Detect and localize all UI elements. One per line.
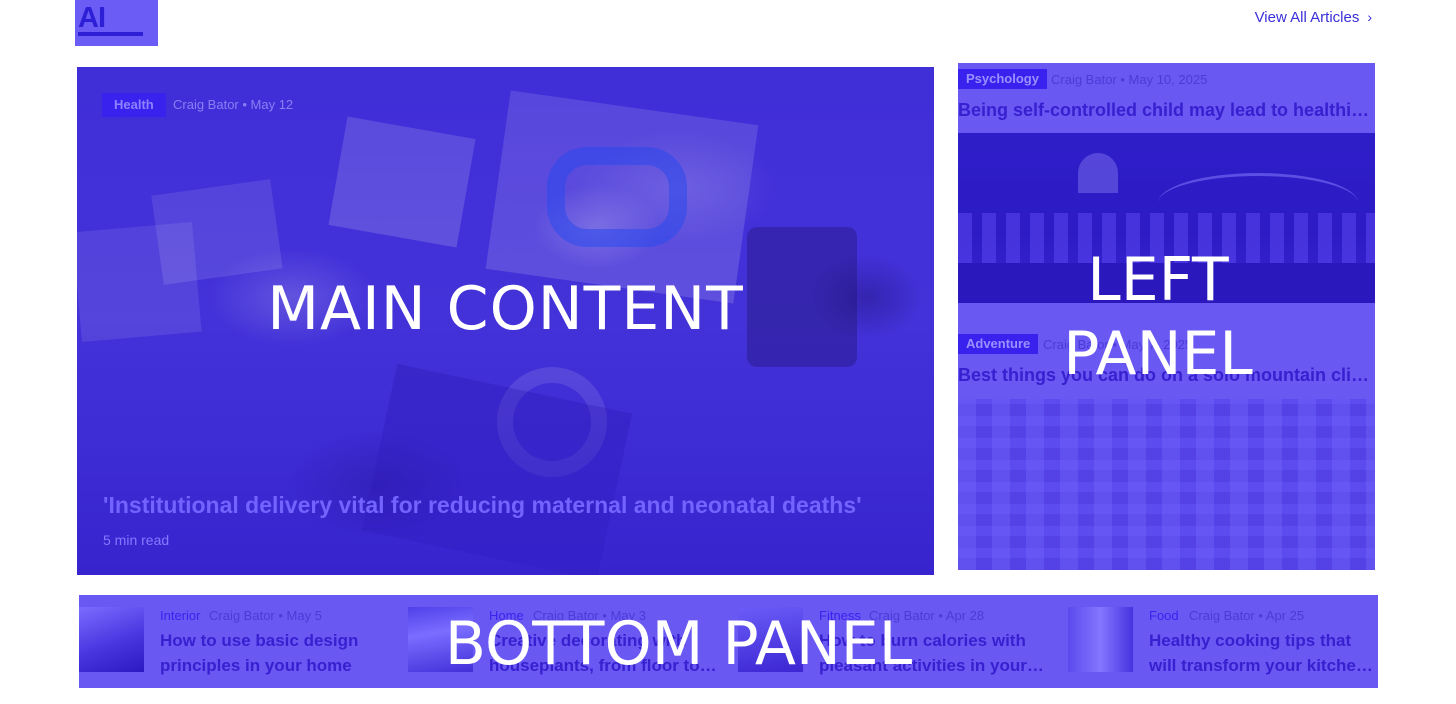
image-shape (1078, 153, 1118, 193)
category-badge[interactable]: Health (102, 93, 166, 117)
category-badge[interactable]: Adventure (958, 334, 1039, 354)
category-badge[interactable]: Psychology (958, 69, 1047, 89)
main-feature-article[interactable]: Health Craig Bator • May 12 MAIN CONTENT… (77, 67, 934, 575)
view-all-label: View All Articles (1254, 9, 1360, 26)
logo-text: AI (78, 2, 106, 34)
site-logo[interactable]: AI (75, 0, 158, 46)
logo-underline (78, 32, 143, 36)
left-panel: Psychology Craig Bator • May 10, 2025 Be… (958, 63, 1375, 570)
view-all-articles-link[interactable]: View All Articles › (1255, 9, 1372, 26)
article-image[interactable] (958, 399, 1375, 570)
chevron-right-icon: › (1367, 9, 1372, 25)
article-title[interactable]: 'Institutional delivery vital for reduci… (103, 492, 903, 519)
region-label-left: LEFT PANEL (1063, 245, 1253, 389)
read-time: 5 min read (103, 532, 170, 548)
article-meta: Craig Bator • May 12 (173, 97, 294, 112)
image-shape (958, 399, 1375, 570)
article-meta: Craig Bator • May 10, 2025 (1051, 72, 1208, 87)
article-title[interactable]: Being self-controlled child may lead to … (958, 100, 1375, 121)
region-label-bottom: BOTTOM PANEL (444, 609, 913, 679)
region-label-main: MAIN CONTENT (267, 274, 744, 344)
bottom-panel: Interior Craig Bator • May 5 How to use … (79, 595, 1378, 688)
